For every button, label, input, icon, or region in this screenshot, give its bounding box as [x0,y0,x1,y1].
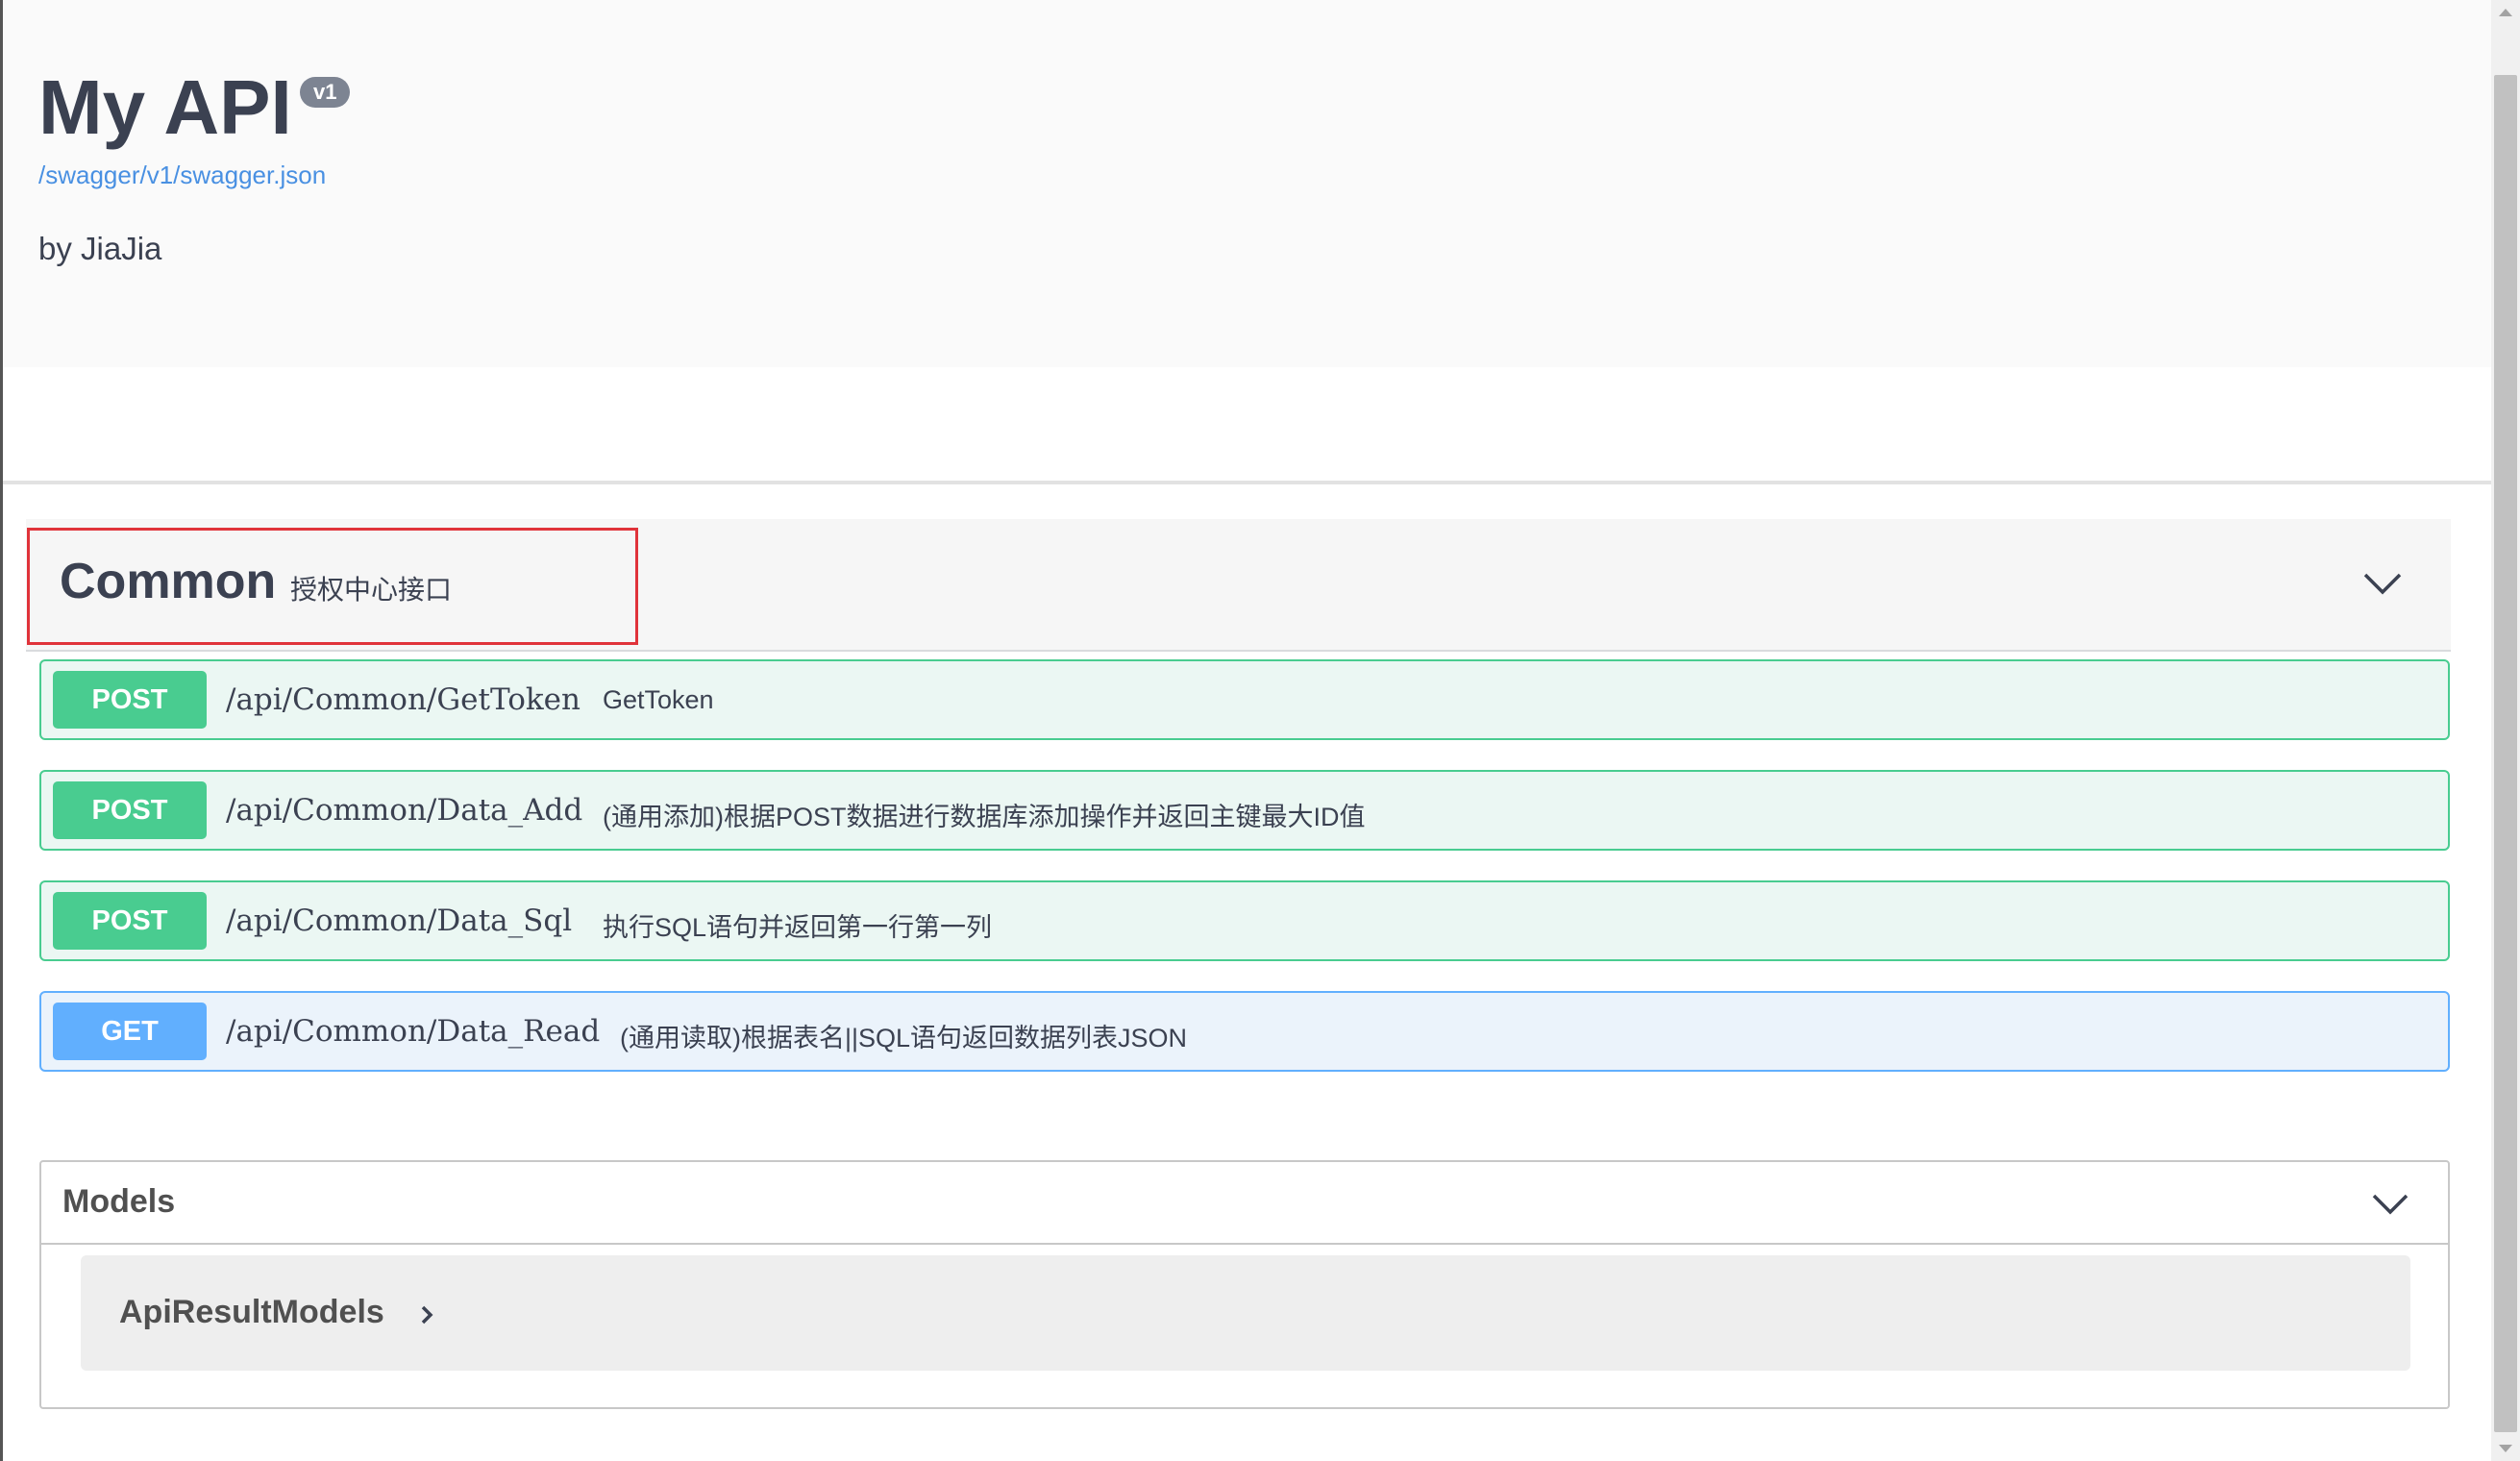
operation-summary: (通用读取)根据表名||SQL语句返回数据列表JSON [620,1024,1188,1052]
chevron-right-icon[interactable] [415,1303,438,1326]
tag-name[interactable]: Common [60,553,276,610]
version-badge: v1 [300,77,351,108]
scheme-container [3,367,2491,481]
scroll-up-arrow-icon[interactable] [2497,6,2514,19]
models-title: Models [62,1183,176,1220]
operation-get-data-read[interactable]: GET /api/Common/Data_Read (通用读取)根据表名||SQ… [39,991,2450,1072]
operation-post-data-sql[interactable]: POST /api/Common/Data_Sql 执行SQL语句并返回第一行第… [39,880,2450,961]
scrollbar-thumb[interactable] [2494,75,2517,1432]
method-badge-post: POST [53,781,207,839]
operation-summary: (通用添加)根据POST数据进行数据库添加操作并返回主键最大ID值 [603,803,1366,831]
operation-post-gettoken[interactable]: POST /api/Common/GetToken GetToken [39,659,2450,740]
operation-post-data-add[interactable]: POST /api/Common/Data_Add (通用添加)根据POST数据… [39,770,2450,851]
tag-description: 授权中心接口 [290,575,453,605]
models-header[interactable]: Models [41,1162,2448,1245]
chevron-down-icon[interactable] [2369,1185,2411,1222]
operation-summary: GetToken [603,685,714,714]
operation-path: /api/Common/Data_Add [226,793,583,828]
model-item-apiresultmodels[interactable]: ApiResultModels [81,1255,2410,1371]
swagger-ui-page: My API v1 /swagger/v1/swagger.json by Ji… [0,0,2520,1461]
model-name[interactable]: ApiResultModels [119,1294,384,1331]
chevron-down-icon[interactable] [2359,563,2406,602]
method-badge-post: POST [53,892,207,950]
vertical-scrollbar[interactable] [2491,0,2520,1461]
operation-path: /api/Common/Data_Read [226,1014,601,1049]
method-badge-post: POST [53,671,207,729]
api-title: My API [38,64,292,150]
swagger-json-link[interactable]: /swagger/v1/swagger.json [38,161,326,190]
api-description: by JiaJia [38,231,162,266]
scroll-down-arrow-icon[interactable] [2497,1442,2514,1455]
operation-summary: 执行SQL语句并返回第一行第一列 [603,913,993,942]
operation-path: /api/Common/Data_Sql [226,904,573,938]
section-divider [3,481,2491,484]
models-section: Models ApiResultModels [39,1160,2450,1409]
operation-path: /api/Common/GetToken [226,682,581,717]
method-badge-get: GET [53,1003,207,1060]
api-info-section [3,0,2491,367]
